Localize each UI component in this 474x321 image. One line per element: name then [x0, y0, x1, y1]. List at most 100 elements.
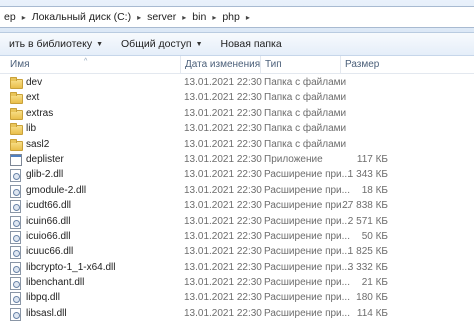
- file-size: 180 КБ: [356, 292, 388, 304]
- file-name: gmodule-2.dll: [26, 184, 87, 196]
- dll-file-icon: [10, 200, 21, 214]
- file-date: 13.01.2021 22:30: [184, 123, 262, 135]
- file-name: icuio66.dll: [26, 230, 71, 242]
- file-date: 13.01.2021 22:30: [184, 200, 262, 212]
- file-row[interactable]: dev 13.01.2021 22:30 Папка с файлами: [0, 75, 474, 90]
- breadcrumb-php[interactable]: php: [218, 11, 244, 23]
- file-row[interactable]: icuuc66.dll 13.01.2021 22:30 Расширение пр…: [0, 244, 474, 260]
- dll-file-icon: [10, 184, 21, 198]
- file-name: icudt66.dll: [26, 200, 72, 212]
- file-date: 13.01.2021 22:30: [184, 246, 262, 258]
- file-size: 117 КБ: [356, 153, 388, 165]
- file-row[interactable]: glib-2.dll 13.01.2021 22:30 Расширение при…: [0, 167, 474, 183]
- file-type: Папка с файлами: [264, 107, 347, 119]
- chevron-down-icon: ▼: [195, 40, 203, 48]
- file-type: Расширение при...: [264, 215, 350, 227]
- file-row[interactable]: icuin66.dll 13.01.2021 22:30 Расширение пр…: [0, 214, 474, 229]
- breadcrumb-server[interactable]: server: [143, 11, 180, 23]
- file-type: Расширение при...: [264, 246, 350, 258]
- file-name: libenchant.dll: [26, 277, 85, 289]
- file-date: 13.01.2021 22:30: [184, 107, 262, 119]
- file-row[interactable]: extras 13.01.2021 22:30 Папка с файлами: [0, 106, 474, 121]
- add-to-library-button[interactable]: ить в библиотеку ▼: [0, 33, 112, 55]
- file-row[interactable]: libcrypto-1_1-x64.dll 13.01.2021 22:30 Рас…: [0, 260, 474, 275]
- file-size: 3 332 КБ: [347, 261, 388, 273]
- column-type[interactable]: Тип: [260, 56, 341, 73]
- chevron-right-icon[interactable]: ▸: [135, 13, 143, 22]
- file-name: extras: [26, 107, 54, 119]
- file-name: ext: [26, 92, 40, 104]
- chevron-right-icon[interactable]: ▸: [180, 13, 188, 22]
- chevron-right-icon[interactable]: ▸: [210, 13, 218, 22]
- file-type: Расширение при...: [264, 277, 350, 289]
- file-type: Папка с файлами: [264, 77, 347, 88]
- breadcrumb-computer[interactable]: ер: [0, 11, 20, 23]
- file-name: libcrypto-1_1-x64.dll: [26, 261, 116, 273]
- chevron-right-icon[interactable]: ▸: [20, 13, 28, 22]
- column-header: ^ Имя Дата изменения Тип Размер: [0, 56, 474, 74]
- folder-icon: [10, 123, 23, 136]
- file-date: 13.01.2021 22:30: [184, 261, 262, 273]
- file-type: Расширение при...: [264, 292, 350, 304]
- file-size: 1 825 КБ: [347, 246, 388, 258]
- file-type: Расширение при...: [264, 261, 350, 273]
- file-row[interactable]: icudt66.dll 13.01.2021 22:30 Расширение пр…: [0, 198, 474, 214]
- file-date: 13.01.2021 22:30: [184, 230, 262, 242]
- file-name: glib-2.dll: [26, 169, 64, 181]
- file-row[interactable]: lib 13.01.2021 22:30 Папка с файлами: [0, 121, 474, 136]
- file-type: Папка с файлами: [264, 123, 347, 135]
- command-bar: ить в библиотеку ▼ Общий доступ ▼ Новая …: [0, 33, 474, 56]
- file-date: 13.01.2021 22:30: [184, 277, 262, 289]
- chevron-right-icon[interactable]: ▸: [244, 13, 252, 22]
- column-name[interactable]: ^ Имя: [0, 56, 178, 73]
- file-row[interactable]: libenchant.dll 13.01.2021 22:30 Расширение…: [0, 275, 474, 291]
- new-folder-button[interactable]: Новая папка: [212, 33, 291, 55]
- file-date: 13.01.2021 22:30: [184, 307, 262, 319]
- file-name: dev: [26, 77, 43, 88]
- file-row[interactable]: ext 13.01.2021 22:30 Папка с файлами: [0, 90, 474, 105]
- file-date: 13.01.2021 22:30: [184, 77, 262, 88]
- breadcrumb-bin[interactable]: bin: [188, 11, 210, 23]
- share-button[interactable]: Общий доступ ▼: [112, 33, 211, 55]
- file-row[interactable]: libpq.dll 13.01.2021 22:30 Расширение при.…: [0, 290, 474, 306]
- file-name: libsasl.dll: [26, 307, 67, 319]
- address-box[interactable]: ер ▸ Локальный диск (C:) ▸ server ▸ bin …: [0, 6, 474, 28]
- dll-file-icon: [10, 277, 21, 291]
- file-size: 18 КБ: [361, 184, 388, 196]
- address-bar: ер ▸ Локальный диск (C:) ▸ server ▸ bin …: [0, 0, 474, 33]
- file-date: 13.01.2021 22:30: [184, 138, 262, 150]
- dll-file-icon: [10, 307, 21, 321]
- file-size: 50 КБ: [361, 230, 388, 242]
- column-date[interactable]: Дата изменения: [180, 56, 261, 73]
- file-date: 13.01.2021 22:30: [184, 184, 262, 196]
- dll-file-icon: [10, 246, 21, 260]
- file-row[interactable]: gmodule-2.dll 13.01.2021 22:30 Расширение …: [0, 183, 474, 198]
- file-name: icuin66.dll: [26, 215, 71, 227]
- dll-file-icon: [10, 292, 21, 306]
- folder-icon: [10, 77, 23, 89]
- file-name: lib: [26, 123, 37, 135]
- file-type: Расширение при...: [264, 200, 350, 212]
- file-type: Расширение при...: [264, 169, 350, 181]
- file-type: Папка с файлами: [264, 138, 347, 150]
- file-type: Расширение при...: [264, 184, 350, 196]
- file-type: Расширение при...: [264, 307, 350, 319]
- file-row[interactable]: libsasl.dll 13.01.2021 22:30 Расширение пр…: [0, 306, 474, 321]
- file-name: libpq.dll: [26, 292, 60, 304]
- folder-icon: [10, 138, 23, 151]
- column-name-label: Имя: [10, 59, 30, 70]
- file-row[interactable]: icuio66.dll 13.01.2021 22:30 Расширение пр…: [0, 229, 474, 244]
- dll-file-icon: [10, 230, 21, 244]
- file-row[interactable]: sasl2 13.01.2021 22:30 Папка с файлами: [0, 137, 474, 152]
- file-date: 13.01.2021 22:30: [184, 292, 262, 304]
- column-size[interactable]: Размер: [340, 56, 474, 73]
- file-row[interactable]: deplister 13.01.2021 22:30 Приложение 117 К…: [0, 152, 474, 167]
- file-size: 2 571 КБ: [347, 215, 388, 227]
- file-size: 27 838 КБ: [342, 200, 388, 212]
- folder-icon: [10, 92, 23, 105]
- sort-up-icon: ^: [84, 58, 88, 65]
- file-list: dev 13.01.2021 22:30 Папка с файлами ext 13.…: [0, 75, 474, 321]
- file-date: 13.01.2021 22:30: [184, 92, 262, 104]
- dll-file-icon: [10, 215, 21, 229]
- breadcrumb-local-disk[interactable]: Локальный диск (C:): [28, 11, 135, 23]
